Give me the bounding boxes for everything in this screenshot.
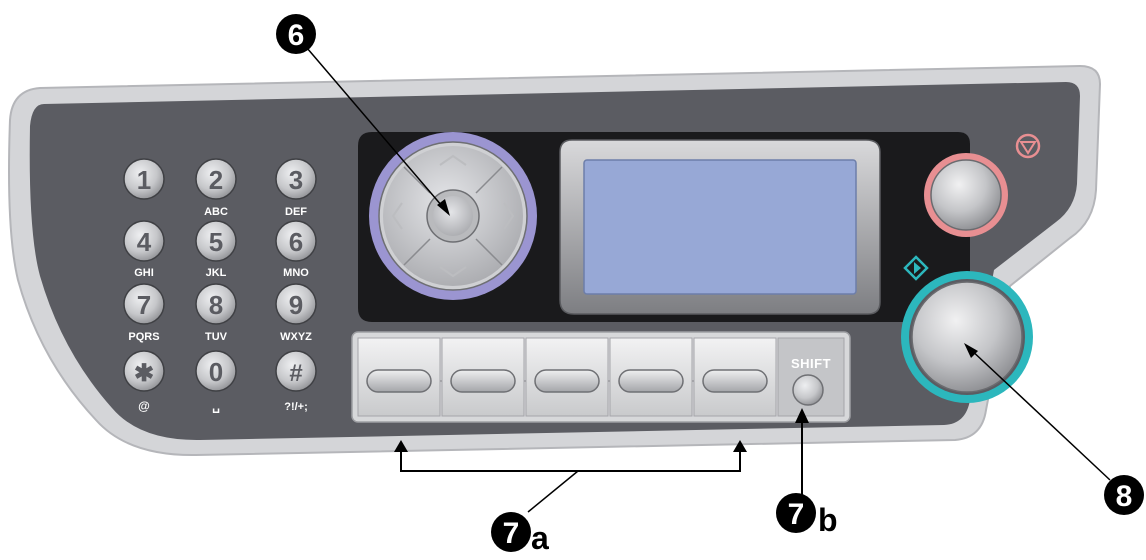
- callout-7b-suffix: b: [818, 502, 838, 538]
- key-9-letters: WXYZ: [280, 331, 312, 343]
- key-6-digit: 6: [289, 227, 303, 257]
- soft-key-2[interactable]: [441, 337, 525, 417]
- key-hash-digit: #: [289, 360, 302, 387]
- key-hash-symbol: ?!/+;: [284, 401, 308, 413]
- callout-7b-number: 7: [788, 498, 805, 531]
- key-6-letters: MNO: [283, 267, 309, 279]
- callout-8: 8: [964, 343, 1144, 515]
- lcd-screen: [583, 159, 857, 295]
- shift-label: Shift: [791, 356, 831, 371]
- start-button[interactable]: [901, 271, 1033, 403]
- navigation-pad[interactable]: [369, 132, 537, 300]
- soft-key-1[interactable]: [357, 337, 441, 417]
- key-star-digit: ✱: [134, 360, 154, 387]
- key-0-digit: 0: [209, 357, 223, 387]
- callout-7a-suffix: a: [531, 520, 549, 555]
- callout-7a: 7 a: [394, 440, 747, 556]
- key-2-digit: 2: [209, 165, 223, 195]
- soft-key-4[interactable]: [609, 337, 693, 417]
- soft-key-3[interactable]: [525, 337, 609, 417]
- key-7[interactable]: 7 PQRS: [123, 283, 165, 343]
- key-3-digit: 3: [289, 165, 303, 195]
- callout-8-number: 8: [1116, 480, 1133, 513]
- key-4-letters: GHI: [134, 267, 154, 279]
- key-3-letters: DEF: [285, 206, 307, 218]
- key-star-symbol: @: [138, 399, 150, 413]
- key-2-letters: ABC: [204, 206, 228, 218]
- shift-button[interactable]: [792, 374, 824, 406]
- control-panel-diagram: 1 2 ABC 3 DEF 4 GHI 5 JKL 6 MNO 7 PQRS 8…: [0, 0, 1146, 556]
- key-9-digit: 9: [289, 290, 303, 320]
- callout-6-number: 6: [288, 19, 305, 52]
- key-7-digit: 7: [137, 290, 151, 320]
- soft-key-5[interactable]: [693, 337, 777, 417]
- callout-7a-number: 7: [503, 517, 520, 550]
- key-4-digit: 4: [137, 227, 152, 257]
- lcd-display: [559, 139, 881, 315]
- numeric-keypad: 1 2 ABC 3 DEF 4 GHI 5 JKL 6 MNO 7 PQRS 8…: [123, 158, 317, 413]
- key-5-letters: JKL: [206, 267, 227, 279]
- key-5-digit: 5: [209, 227, 223, 257]
- diagram-canvas: 1 2 ABC 3 DEF 4 GHI 5 JKL 6 MNO 7 PQRS 8…: [8, 14, 1144, 556]
- key-8-letters: TUV: [205, 331, 228, 343]
- key-9[interactable]: 9 WXYZ: [275, 283, 317, 343]
- soft-key-strip: Shift: [351, 331, 851, 423]
- key-0-symbol: ␣: [212, 399, 220, 413]
- key-8-digit: 8: [209, 290, 223, 320]
- stop-button[interactable]: [924, 153, 1008, 237]
- key-1[interactable]: 1: [123, 158, 165, 200]
- key-7-letters: PQRS: [128, 331, 159, 343]
- shift-key-area: Shift: [777, 337, 845, 417]
- key-1-digit: 1: [137, 165, 151, 195]
